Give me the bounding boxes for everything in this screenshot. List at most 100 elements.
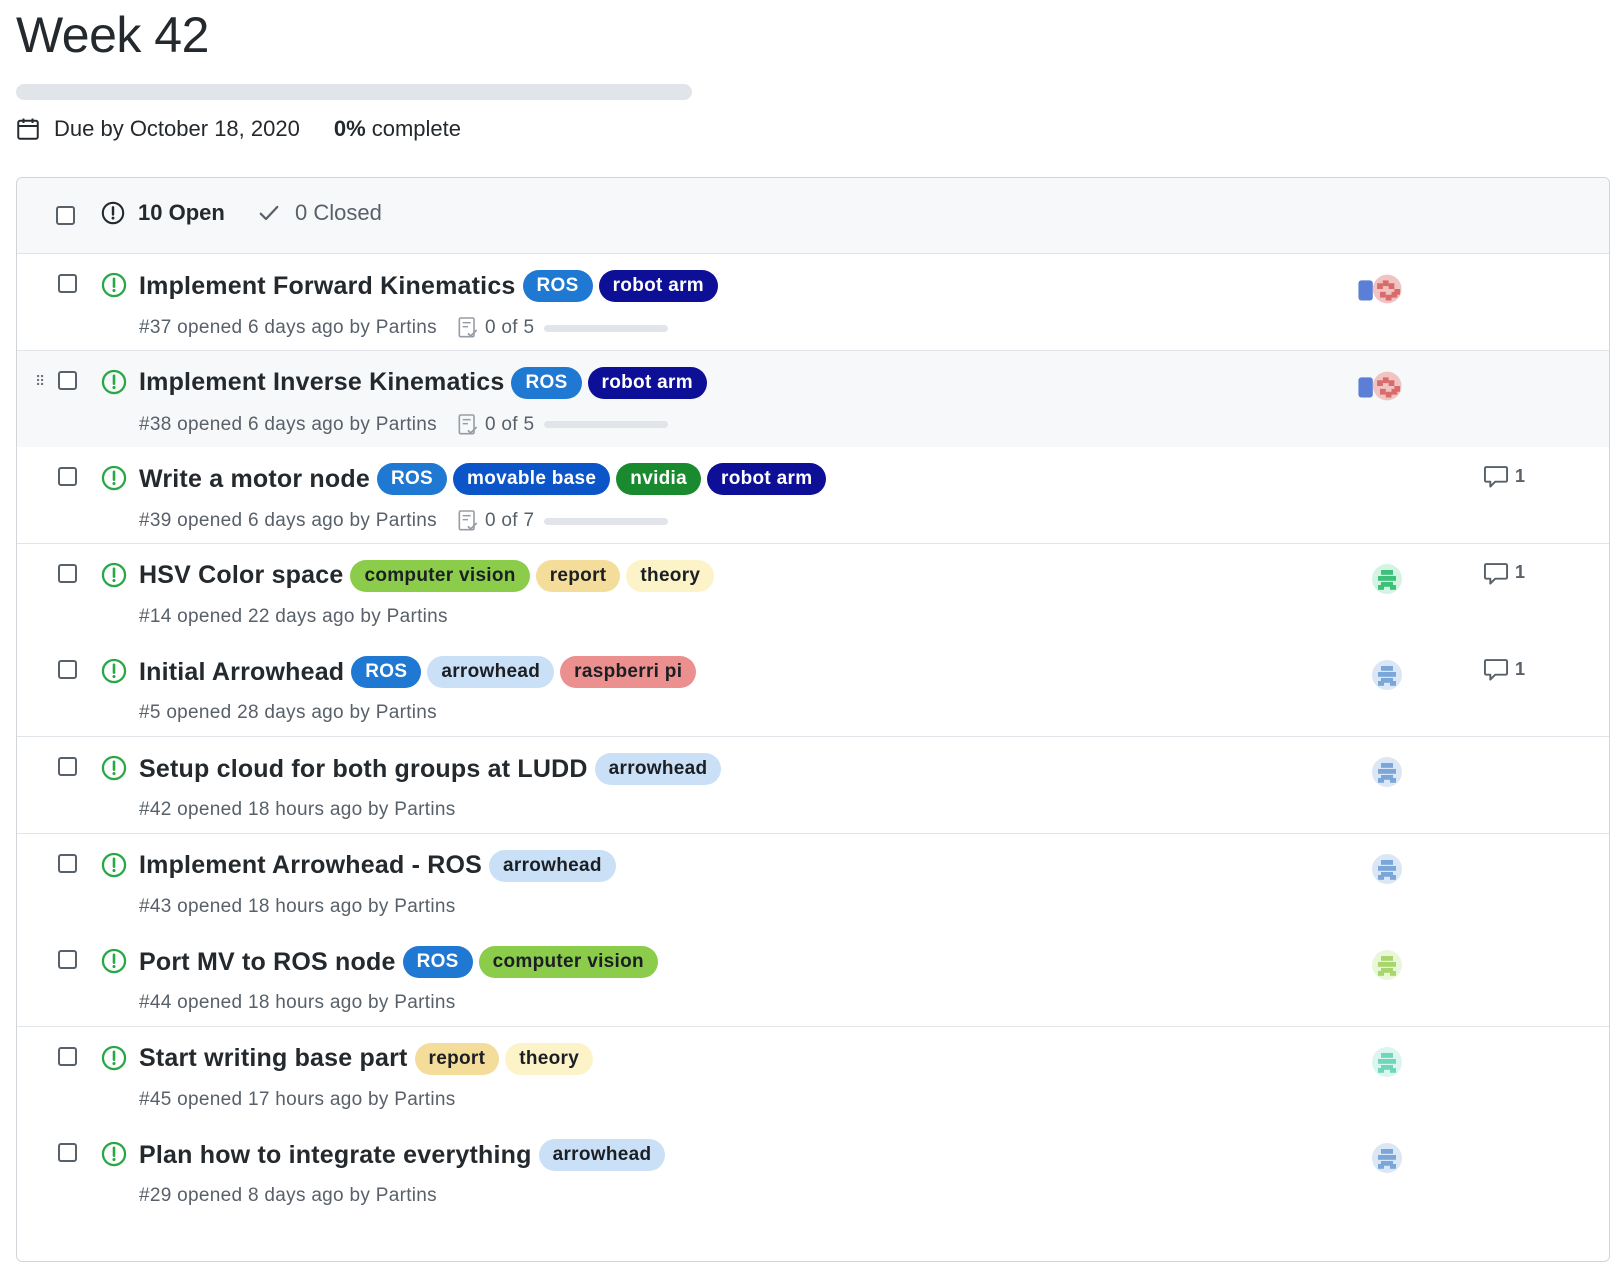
issue-title-link[interactable]: Implement Inverse Kinematics — [139, 368, 504, 397]
checklist-icon — [458, 413, 478, 435]
issue-row[interactable]: Start writing base part report theory #45 o… — [17, 1026, 1609, 1124]
issue-label[interactable]: arrowhead — [427, 656, 555, 689]
issue-select-checkbox[interactable] — [58, 563, 77, 583]
issue-meta-text: #37 opened 6 days ago by Partins — [139, 317, 437, 338]
issue-title-line: Start writing base part report theory — [139, 1042, 599, 1075]
issue-label[interactable]: report — [414, 1042, 500, 1075]
issue-open-status-icon — [101, 272, 127, 298]
issue-open-status-icon — [101, 465, 127, 491]
issue-title-link[interactable]: HSV Color space — [139, 561, 343, 590]
issue-select-checkbox[interactable] — [58, 467, 77, 487]
drag-handle-icon[interactable]: ⠿ — [35, 373, 45, 390]
issue-label[interactable]: ROS — [402, 946, 473, 979]
issue-label[interactable]: ROS — [511, 366, 582, 399]
issue-row[interactable]: Plan how to integrate everything arrowhea… — [17, 1123, 1609, 1221]
issue-title-link[interactable]: Implement Arrowhead - ROS — [139, 851, 482, 880]
issue-select-checkbox[interactable] — [58, 1143, 77, 1163]
issue-title-link[interactable]: Initial Arrowhead — [139, 658, 344, 687]
checklist-icon — [458, 317, 478, 338]
assignee-avatar[interactable] — [1372, 853, 1402, 884]
issue-row[interactable]: Implement Forward Kinematics ROS robot arm… — [17, 254, 1609, 351]
page-title: Week 42 — [16, 7, 209, 63]
comments-link[interactable]: 1 — [1483, 463, 1525, 489]
issue-row[interactable]: ⠿ Implement Inverse Kinematics ROS robot ar… — [17, 350, 1609, 448]
assignee-avatar[interactable] — [1372, 1046, 1402, 1077]
issue-meta: #45 opened 17 hours ago by Partins — [139, 1089, 456, 1111]
task-progress-bar — [544, 517, 669, 525]
issue-label[interactable]: computer vision — [350, 559, 530, 592]
issue-row[interactable]: Port MV to ROS node ROS computer vision #44… — [17, 930, 1609, 1028]
issue-row[interactable]: HSV Color space computer vision report theo… — [17, 543, 1609, 641]
assignee-avatar[interactable] — [1372, 660, 1402, 691]
issue-meta-text: #14 opened 22 days ago by Partins — [139, 605, 448, 627]
closed-count-label: 0 Closed — [295, 200, 382, 225]
issue-label[interactable]: theory — [626, 559, 715, 592]
issue-label[interactable]: robot arm — [707, 463, 827, 496]
issue-row[interactable]: Setup cloud for both groups at LUDD arrow… — [17, 737, 1609, 834]
issue-title-link[interactable]: Setup cloud for both groups at LUDD — [139, 755, 588, 784]
issue-meta: #5 opened 28 days ago by Partins — [139, 702, 437, 724]
comment-icon — [1483, 562, 1509, 585]
issue-label[interactable]: arrowhead — [489, 849, 616, 882]
assignee-avatar[interactable] — [1372, 950, 1402, 981]
issue-label[interactable]: robot arm — [587, 366, 707, 399]
issue-select-checkbox[interactable] — [58, 660, 77, 680]
issue-title-link[interactable]: Implement Forward Kinematics — [139, 272, 516, 301]
issue-meta-text: #39 opened 6 days ago by Partins — [139, 510, 437, 532]
issue-select-checkbox[interactable] — [58, 274, 77, 293]
comments-link[interactable]: 1 — [1483, 560, 1525, 586]
issue-select-checkbox[interactable] — [58, 370, 77, 390]
issue-open-status-icon — [101, 852, 127, 877]
issue-select-checkbox[interactable] — [58, 853, 77, 873]
issue-meta: #43 opened 18 hours ago by Partins — [139, 896, 456, 918]
issue-label[interactable]: robot arm — [598, 270, 718, 302]
assignee-avatar[interactable] — [1372, 563, 1402, 594]
due-date: Due by October 18, 2020 — [54, 116, 300, 141]
issue-label[interactable]: report — [535, 559, 621, 592]
select-all-checkbox[interactable] — [56, 206, 75, 225]
issue-label[interactable]: arrowhead — [538, 1139, 666, 1172]
issue-title-link[interactable]: Start writing base part — [139, 1044, 408, 1073]
issue-title-line: Plan how to integrate everything arrowhea… — [139, 1139, 671, 1172]
issue-label[interactable]: raspberri pi — [560, 656, 697, 689]
issue-label[interactable]: movable base — [453, 463, 611, 496]
task-progress: 0 of 7 — [457, 509, 669, 533]
assignee-avatar[interactable] — [1372, 1143, 1402, 1174]
issue-label[interactable]: ROS — [376, 463, 448, 496]
issues-list-header: 10 Open 0 Closed — [17, 178, 1609, 254]
issue-row[interactable]: Initial Arrowhead ROS arrowhead raspberri p… — [17, 640, 1609, 738]
issue-title-line: Implement Forward Kinematics ROS robot arm — [139, 270, 724, 302]
issue-open-status-icon — [101, 562, 127, 587]
issue-title-link[interactable]: Plan how to integrate everything — [139, 1141, 532, 1170]
issue-meta: #14 opened 22 days ago by Partins — [139, 606, 448, 628]
issue-row[interactable]: Implement Arrowhead - ROS arrowhead #43 op… — [17, 833, 1609, 931]
comment-count: 1 — [1515, 465, 1526, 486]
comment-count: 1 — [1515, 562, 1526, 583]
issue-label[interactable]: ROS — [522, 270, 593, 302]
issue-meta: #38 opened 6 days ago by Partins 0 of 5 — [139, 413, 669, 437]
assignee-avatar[interactable] — [1372, 757, 1402, 787]
issue-title-line: Implement Arrowhead - ROS arrowhead — [139, 849, 622, 882]
issue-label[interactable]: theory — [505, 1042, 594, 1075]
issue-title-link[interactable]: Write a motor node — [139, 465, 370, 494]
issue-label[interactable]: nvidia — [616, 463, 702, 496]
issue-select-checkbox[interactable] — [58, 1046, 77, 1066]
assignee-avatar[interactable] — [1357, 371, 1403, 401]
issue-label[interactable]: computer vision — [478, 946, 658, 979]
issue-title-link[interactable]: Port MV to ROS node — [139, 948, 396, 977]
issue-select-checkbox[interactable] — [58, 950, 77, 970]
open-issues-filter[interactable]: 10 Open — [101, 200, 225, 226]
issue-title-line: Write a motor node ROS movable base nvidia r… — [139, 463, 832, 496]
issue-label[interactable]: ROS — [351, 656, 422, 689]
issue-select-checkbox[interactable] — [58, 757, 77, 776]
issue-meta-text: #43 opened 18 hours ago by Partins — [139, 895, 456, 917]
task-progress-text: 0 of 7 — [484, 510, 535, 532]
issue-label[interactable]: arrowhead — [594, 753, 722, 785]
closed-issues-filter[interactable]: 0 Closed — [257, 200, 382, 226]
check-icon — [259, 205, 279, 221]
issue-row[interactable]: Write a motor node ROS movable base nvidia r… — [17, 447, 1609, 545]
issue-open-status-icon — [101, 1142, 127, 1167]
assignee-avatar[interactable] — [1357, 274, 1403, 304]
comments-link[interactable]: 1 — [1483, 656, 1525, 682]
task-progress: 0 of 5 — [457, 413, 669, 437]
